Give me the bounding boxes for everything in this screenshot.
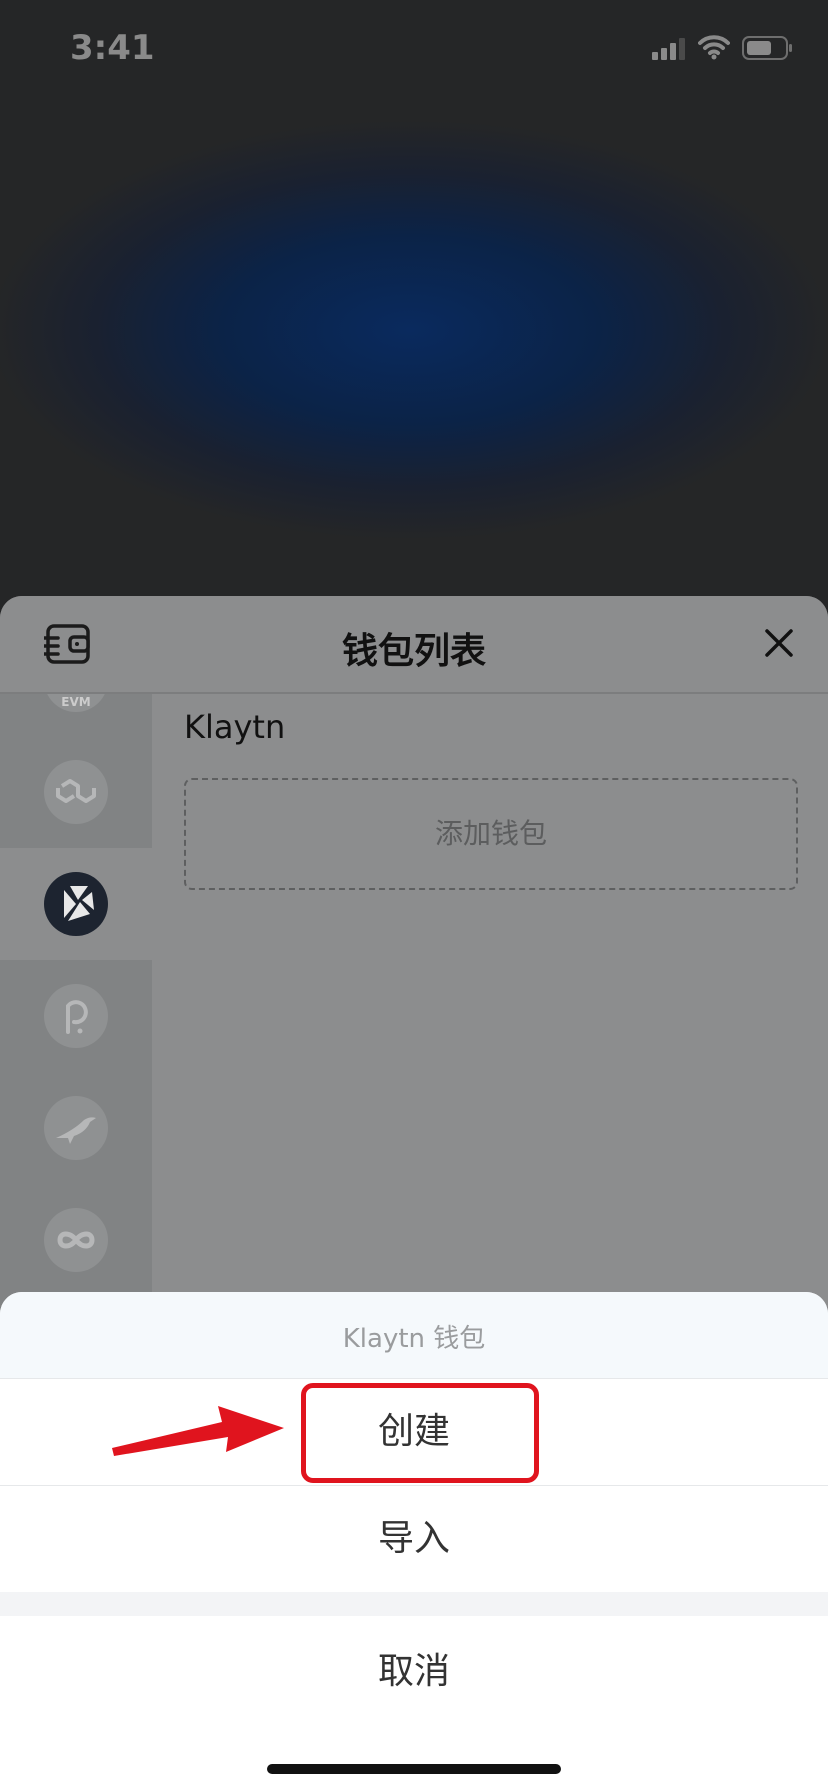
panel-title: 钱包列表 — [341, 631, 486, 672]
chain-item-bird[interactable] — [0, 1072, 152, 1184]
status-bar: 3:41 — [0, 0, 828, 100]
infinity-chain-icon — [44, 1208, 108, 1272]
svg-text:EVM: EVM — [61, 695, 90, 709]
sheet-divider — [0, 1592, 828, 1616]
action-sheet-title: Klaytn 钱包 — [342, 1324, 486, 1354]
add-wallet-button[interactable]: 添加钱包 — [184, 778, 798, 890]
battery-icon — [742, 36, 792, 60]
cancel-button[interactable]: 取消 — [0, 1616, 828, 1728]
chain-item-polygon[interactable] — [0, 736, 152, 848]
chain-item-klaytn[interactable] — [0, 848, 152, 960]
action-sheet: Klaytn 钱包 创建 导入 取消 — [0, 1292, 828, 1792]
chain-item-infinity[interactable] — [0, 1184, 152, 1296]
wifi-icon — [698, 35, 730, 60]
chain-item-polkadot[interactable] — [0, 960, 152, 1072]
klaytn-icon — [44, 872, 108, 936]
polygon-icon — [44, 760, 108, 824]
screen: 3:41 钱包列表 EVM Klaytn 添加钱包 Klaytn 钱包 创建 导… — [0, 0, 828, 1792]
panel-header: 钱包列表 — [0, 596, 828, 694]
polkadot-icon — [44, 984, 108, 1048]
bird-chain-icon — [44, 1096, 108, 1160]
import-button[interactable]: 导入 — [0, 1486, 828, 1592]
highlight-box — [301, 1383, 539, 1483]
pointer-arrow-icon — [112, 1406, 284, 1456]
signal-icon — [652, 38, 685, 60]
close-icon[interactable] — [764, 628, 794, 658]
chain-name: Klaytn — [184, 708, 286, 746]
home-indicator — [267, 1764, 561, 1774]
status-time: 3:41 — [70, 28, 155, 68]
action-sheet-header: Klaytn 钱包 — [0, 1292, 828, 1379]
